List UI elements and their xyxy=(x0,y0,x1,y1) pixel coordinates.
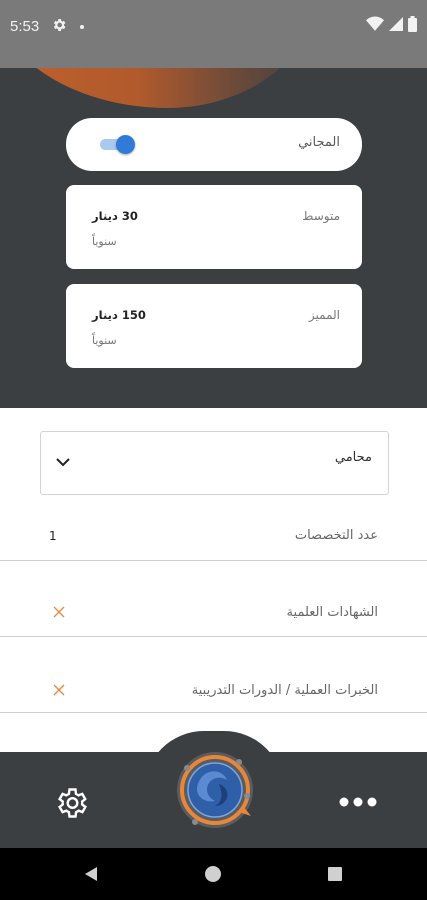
profession-select[interactable]: محامي xyxy=(40,431,389,495)
signal-icon xyxy=(389,17,403,31)
plan-medium-price: 30 دينار xyxy=(92,209,138,223)
status-bar: 5:53 xyxy=(0,0,427,68)
plan-medium-name: متوسط xyxy=(302,209,340,223)
toggle-thumb xyxy=(116,135,135,154)
notification-dot-icon xyxy=(80,25,84,29)
x-icon xyxy=(53,606,65,618)
recent-apps-icon[interactable] xyxy=(328,867,342,881)
experience-row[interactable]: الخبرات العملية / الدورات التدريبية xyxy=(0,637,427,713)
certificates-row[interactable]: الشهادات العلمية xyxy=(0,561,427,637)
certificates-label: الشهادات العلمية xyxy=(286,605,378,620)
back-icon[interactable] xyxy=(83,866,99,882)
specialties-count-label: عدد التخصصات xyxy=(294,528,378,543)
plan-free-card[interactable]: المجاني xyxy=(66,118,362,171)
plan-free-toggle[interactable] xyxy=(100,135,136,154)
chevron-down-icon xyxy=(56,458,70,467)
header-decoration xyxy=(0,68,320,108)
plan-premium-period: سنوياً xyxy=(92,334,117,347)
plan-premium-price: 150 دينار xyxy=(92,308,146,322)
x-icon xyxy=(53,684,65,696)
plan-medium-period: سنوياً xyxy=(92,235,117,248)
plan-free-label: المجاني xyxy=(298,135,340,150)
battery-icon xyxy=(408,16,417,32)
specialties-count-value: 1 xyxy=(49,529,57,543)
profession-select-value: محامي xyxy=(334,450,372,465)
app-logo[interactable] xyxy=(173,748,257,832)
plan-premium-name: المميز xyxy=(308,308,340,322)
experience-label: الخبرات العملية / الدورات التدريبية xyxy=(191,683,378,698)
specialties-count-row: عدد التخصصات 1 xyxy=(0,516,427,561)
plan-premium-card[interactable]: المميز 150 دينار سنوياً xyxy=(66,284,362,368)
more-dots-icon[interactable] xyxy=(338,795,378,809)
gear-icon xyxy=(53,19,66,31)
gear-icon[interactable] xyxy=(53,785,89,821)
home-icon[interactable] xyxy=(205,866,221,882)
status-time: 5:53 xyxy=(10,18,40,35)
plan-medium-card[interactable]: متوسط 30 دينار سنوياً xyxy=(66,185,362,269)
status-icons xyxy=(366,16,417,32)
wifi-icon xyxy=(366,16,384,31)
